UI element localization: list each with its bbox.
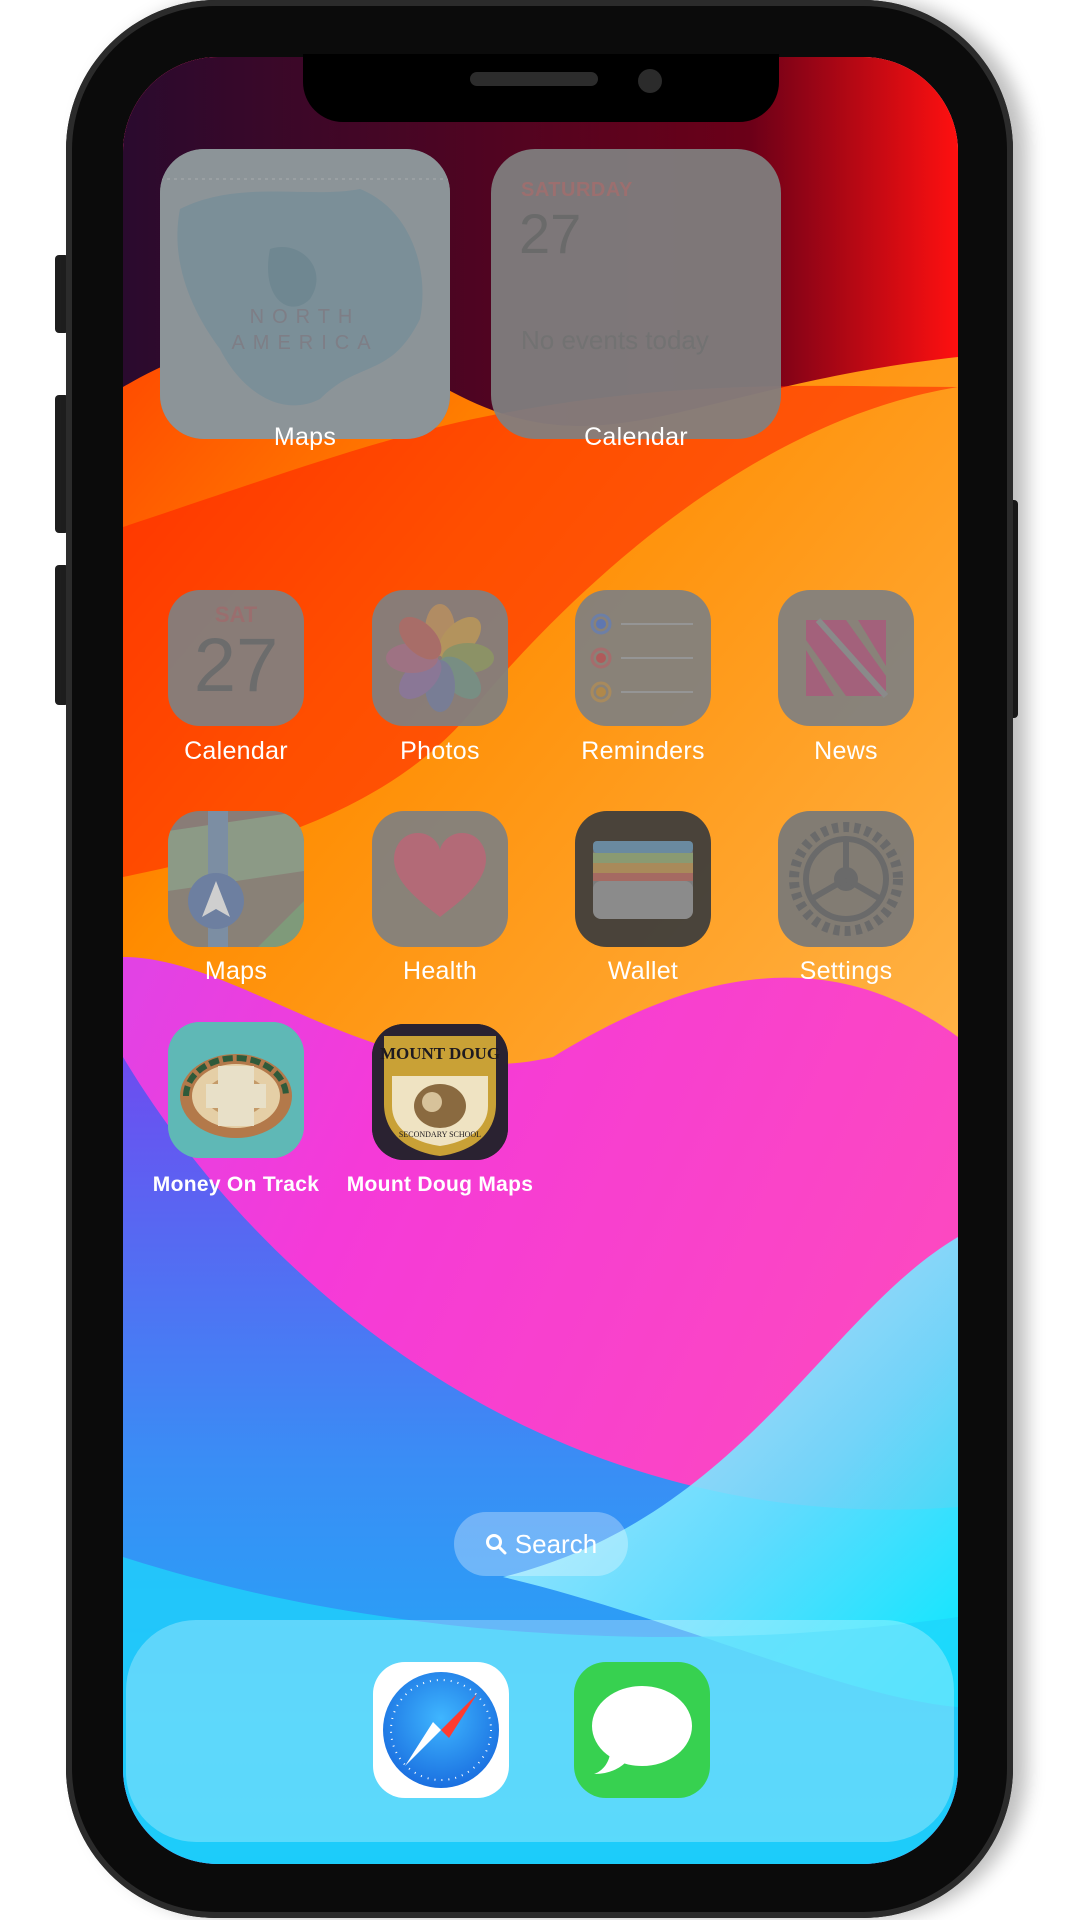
- health-app-icon[interactable]: [372, 811, 508, 947]
- mount-doug-maps-app-icon[interactable]: MOUNT DOUG SECONDARY SCHOOL: [372, 1024, 508, 1160]
- maps-app-icon[interactable]: [168, 811, 304, 947]
- app-label-news: News: [814, 737, 878, 765]
- app-label-calendar: Calendar: [184, 737, 288, 765]
- calendar-widget[interactable]: SATURDAY 27 No events today: [491, 149, 781, 439]
- app-label-maps: Maps: [204, 957, 268, 985]
- reminders-icon: [590, 613, 693, 703]
- calendar-widget-events: No events today: [521, 325, 709, 355]
- maps-widget-label: Maps: [273, 423, 337, 451]
- calendar-app-date: 27: [193, 623, 279, 708]
- app-label-mount-doug-maps: Mount Doug Maps: [346, 1173, 534, 1196]
- map-text-line1: NORTH: [249, 306, 361, 328]
- search-label: Search: [514, 1528, 598, 1559]
- map-text-line2: AMERICA: [231, 332, 379, 354]
- home-screen: NORTH AMERICA Maps SATURDAY 27 No events…: [123, 57, 958, 1864]
- search-icon: [485, 1534, 507, 1555]
- mount-doug-badge-ring: SECONDARY SCHOOL: [398, 1130, 482, 1139]
- speaker-grille: [470, 72, 598, 86]
- search-button[interactable]: Search: [454, 1512, 628, 1576]
- calendar-widget-label: Calendar: [584, 423, 688, 451]
- money-on-track-icon: [168, 1022, 304, 1158]
- map-image: [160, 149, 450, 439]
- app-label-photos: Photos: [400, 737, 480, 765]
- front-camera: [638, 69, 662, 93]
- notch: [303, 54, 779, 122]
- maps-widget[interactable]: NORTH AMERICA: [160, 149, 450, 439]
- settings-icon: [789, 822, 903, 936]
- calendar-app-icon[interactable]: SAT 27: [168, 590, 304, 726]
- calendar-widget-day: SATURDAY: [521, 179, 633, 201]
- settings-app-icon[interactable]: [778, 811, 914, 947]
- app-label-wallet: Wallet: [607, 957, 679, 985]
- photos-app-icon[interactable]: [372, 590, 508, 726]
- dock: [126, 1620, 954, 1842]
- safari-icon: [383, 1672, 499, 1788]
- money-on-track-app-icon[interactable]: [168, 1022, 304, 1158]
- news-icon: [806, 617, 889, 699]
- health-icon: [394, 833, 486, 917]
- wallet-icon: [593, 841, 693, 919]
- maps-icon: [168, 811, 304, 947]
- map-region-text: NORTH AMERICA: [160, 304, 450, 356]
- messages-app-icon[interactable]: [574, 1662, 710, 1798]
- calendar-widget-date: 27: [519, 202, 582, 265]
- photos-icon: [386, 604, 494, 712]
- app-label-health: Health: [402, 957, 478, 985]
- app-label-settings: Settings: [799, 957, 893, 985]
- app-label-reminders: Reminders: [581, 737, 705, 765]
- safari-app-icon[interactable]: [373, 1662, 509, 1798]
- wallet-app-icon[interactable]: [575, 811, 711, 947]
- news-app-icon[interactable]: [778, 590, 914, 726]
- messages-icon: [592, 1686, 692, 1774]
- reminders-app-icon[interactable]: [575, 590, 711, 726]
- app-label-money-on-track: Money On Track: [152, 1173, 320, 1196]
- mount-doug-badge-title: MOUNT DOUG: [379, 1044, 501, 1063]
